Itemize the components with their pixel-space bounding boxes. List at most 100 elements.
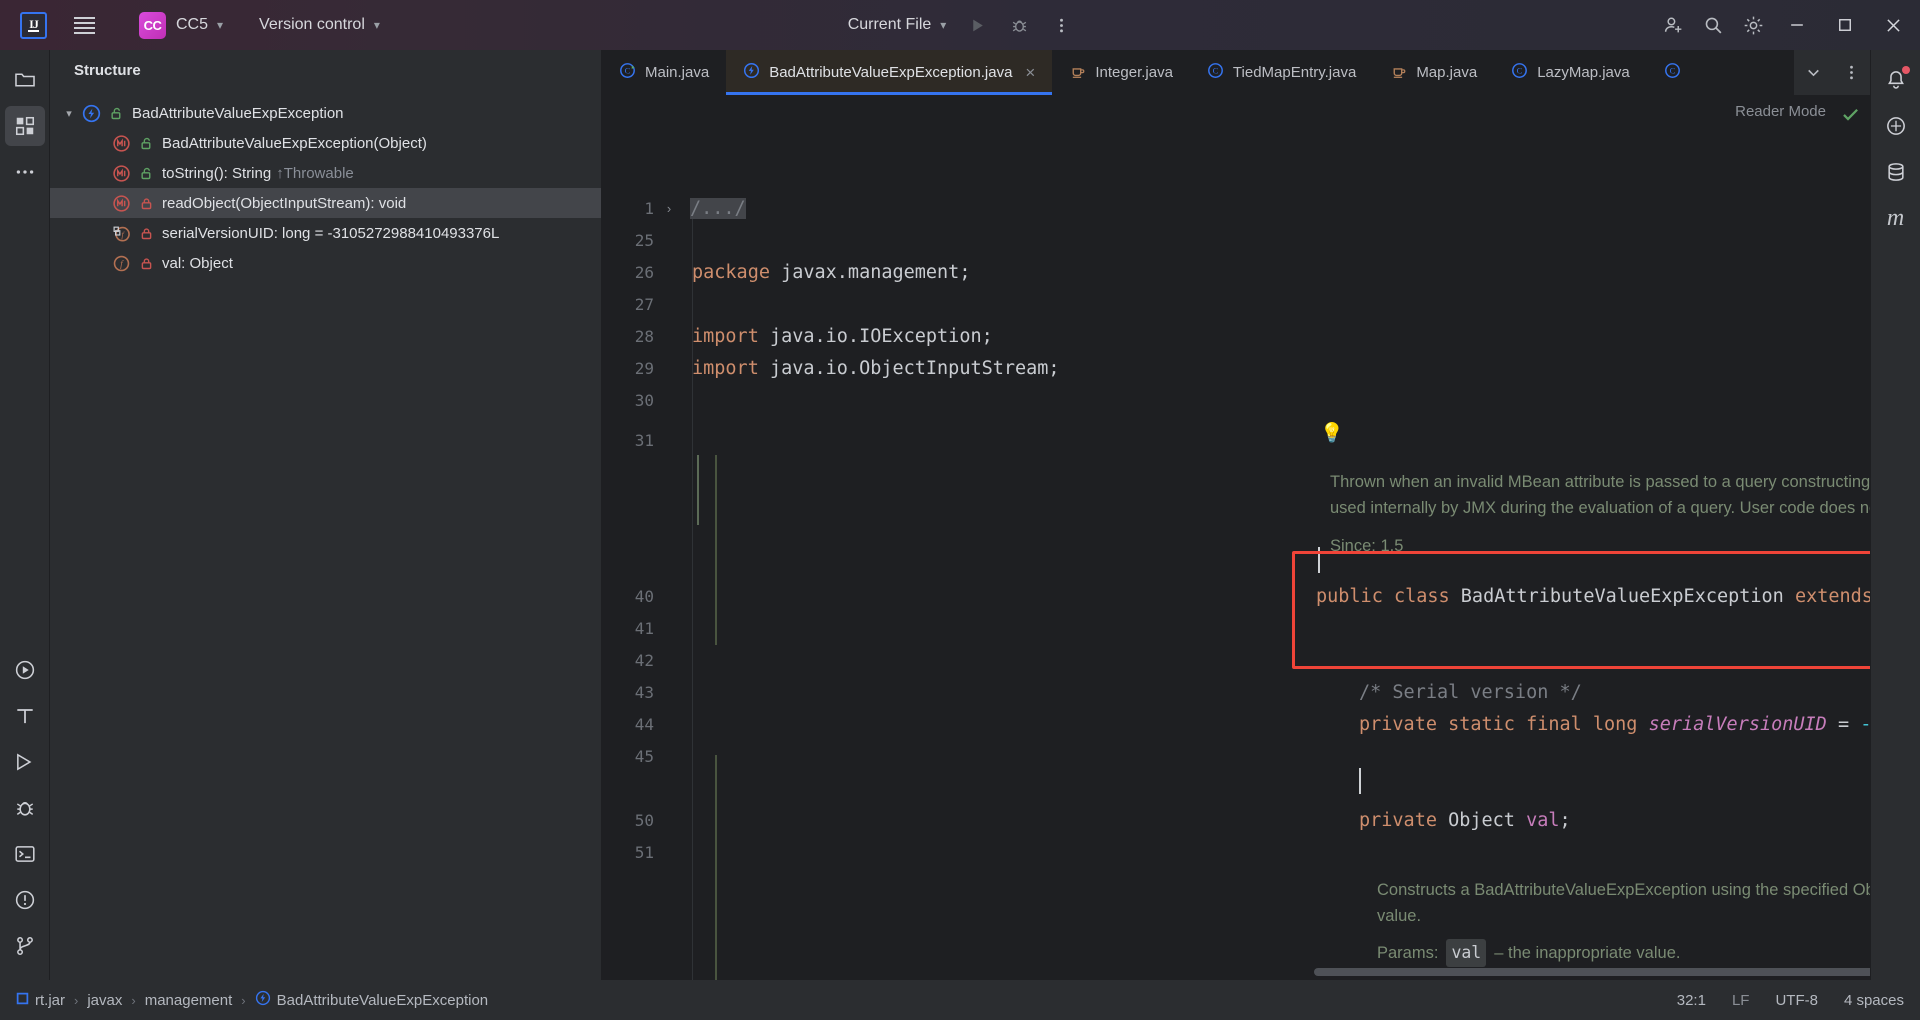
tab-label: Main.java [645, 64, 710, 81]
tab-label: LazyMap.java [1537, 64, 1630, 81]
terminal-icon[interactable] [5, 834, 45, 874]
gear-icon[interactable] [1734, 6, 1772, 44]
project-folder-icon[interactable] [5, 60, 45, 100]
breadcrumb-item-management[interactable]: management [145, 992, 233, 1009]
title-bar: IJ CC CC5 ▾ Version control ▾ Current Fi… [0, 0, 1920, 50]
more-tool-windows-icon[interactable] [5, 152, 45, 192]
editor-tab-bar: C Main.java BadAttributeValueExpExceptio… [602, 50, 1870, 95]
left-tool-rail [0, 50, 50, 980]
reader-mode-indicator[interactable]: Reader Mode [1735, 103, 1826, 120]
chevron-down-icon[interactable] [1794, 54, 1832, 92]
services-play-icon[interactable] [5, 742, 45, 782]
tree-item-val[interactable]: f val: Object [50, 248, 601, 278]
tree-item-label: BadAttributeValueExpException [132, 104, 344, 122]
minimize-icon[interactable] [1774, 0, 1820, 50]
tab-badattributevalueexpexception-java[interactable]: BadAttributeValueExpException.java × [726, 50, 1053, 95]
tab-map-java[interactable]: Map.java [1373, 50, 1494, 95]
tab-truncated[interactable]: C [1647, 50, 1683, 95]
run-button[interactable] [958, 6, 996, 44]
close-icon[interactable] [1870, 0, 1916, 50]
editor-gutter[interactable] [602, 95, 682, 980]
run-configuration-selector[interactable]: Current File ▾ [840, 12, 955, 38]
chevron-down-icon: ▾ [373, 18, 380, 32]
maven-m-icon[interactable]: m [1876, 198, 1916, 238]
java-exception-icon [743, 62, 760, 83]
method-icon [110, 192, 132, 214]
structure-grid-icon[interactable] [4, 106, 45, 146]
java-class-icon: C [1207, 62, 1224, 83]
tree-item-label: val: Object [162, 254, 233, 272]
todo-t-icon[interactable] [5, 696, 45, 736]
more-vertical-icon[interactable] [1832, 54, 1870, 92]
tab-main-java[interactable]: C Main.java [602, 50, 726, 95]
java-exception-icon [255, 990, 271, 1010]
method-icon [110, 132, 132, 154]
tab-label: TiedMapEntry.java [1232, 64, 1357, 81]
locked-icon [137, 257, 155, 270]
tree-item-class[interactable]: ▾ BadAttributeValueExpException [50, 98, 601, 128]
more-actions-icon[interactable] [1042, 6, 1080, 44]
caret-position[interactable]: 32:1 [1677, 992, 1706, 1009]
java-class-icon: C [1511, 62, 1528, 83]
tree-item-override-source: ↑Throwable [276, 164, 354, 182]
java-class-icon: C [1664, 62, 1681, 83]
database-icon[interactable] [1876, 152, 1916, 192]
project-selector[interactable]: CC CC5 ▾ [115, 11, 224, 39]
checkmark-icon [1843, 108, 1858, 121]
svg-text:C: C [1213, 66, 1219, 76]
debug-button[interactable] [1000, 6, 1038, 44]
chevron-down-icon[interactable]: ▾ [58, 107, 80, 120]
inspections-widget[interactable] [1841, 105, 1860, 129]
breadcrumb-item-javax[interactable]: javax [87, 992, 122, 1009]
tab-integer-java[interactable]: Integer.java [1052, 50, 1190, 95]
file-encoding[interactable]: UTF-8 [1775, 992, 1818, 1009]
close-icon[interactable]: × [1025, 63, 1035, 83]
tree-item-tostring[interactable]: toString(): String ↑Throwable [50, 158, 601, 188]
tab-tiedmapentry-java[interactable]: C TiedMapEntry.java [1190, 50, 1373, 95]
tree-item-label: BadAttributeValueExpException(Object) [162, 134, 427, 152]
breadcrumb-label: BadAttributeValueExpException [276, 991, 489, 1009]
structure-tool-window: Structure ▾ BadAttributeValueExpExceptio… [50, 50, 602, 980]
breadcrumb-item-jar[interactable]: rt.jar [16, 992, 65, 1009]
code-content[interactable]: Reader Mode [682, 95, 1870, 980]
version-control-label: Version control [259, 16, 365, 33]
tree-item-readobject[interactable]: readObject(ObjectInputStream): void [50, 188, 601, 218]
title-bar-right [1654, 0, 1920, 50]
field-static-final-icon: f [110, 222, 132, 244]
tab-label: Integer.java [1095, 64, 1173, 81]
title-bar-left: IJ CC CC5 ▾ Version control ▾ [0, 8, 380, 42]
svg-text:f: f [120, 258, 124, 269]
svg-text:C: C [625, 66, 631, 76]
run-configuration-label: Current File [847, 16, 932, 33]
svg-text:C: C [1669, 66, 1675, 76]
breadcrumb-item-class[interactable]: BadAttributeValueExpException [255, 990, 489, 1010]
chevron-down-icon: ▾ [217, 18, 224, 32]
ai-assistant-icon[interactable] [1876, 106, 1916, 146]
maximize-icon[interactable] [1822, 0, 1868, 50]
reader-mode-label: Reader Mode [1735, 103, 1826, 120]
indent-setting[interactable]: 4 spaces [1844, 992, 1904, 1009]
notifications-bell-icon[interactable] [1876, 60, 1916, 100]
line-separator[interactable]: LF [1732, 992, 1750, 1009]
class-exception-icon [80, 102, 102, 124]
tree-item-serialversionuid[interactable]: f serialVersionUID: long = -310527298841… [50, 218, 601, 248]
run-play-icon[interactable] [5, 650, 45, 690]
search-icon[interactable] [1694, 6, 1732, 44]
hamburger-menu-icon[interactable] [67, 8, 101, 42]
jar-file-icon [16, 992, 29, 1009]
tree-item-constructor[interactable]: BadAttributeValueExpException(Object) [50, 128, 601, 158]
tab-bar-actions [1794, 50, 1870, 95]
tab-lazymap-java[interactable]: C LazyMap.java [1494, 50, 1647, 95]
version-control-widget[interactable]: Version control ▾ [249, 16, 380, 34]
editor-area: C Main.java BadAttributeValueExpExceptio… [602, 50, 1870, 980]
problems-icon[interactable] [5, 880, 45, 920]
unlocked-icon [137, 137, 155, 150]
java-library-icon [1069, 62, 1086, 83]
unlocked-icon [107, 107, 125, 120]
account-add-icon[interactable] [1654, 6, 1692, 44]
git-branch-icon[interactable] [5, 926, 45, 966]
breadcrumb: rt.jar › javax › management › BadAttribu… [16, 990, 488, 1010]
debug-bug-icon[interactable] [5, 788, 45, 828]
tree-item-label: toString(): String [162, 164, 272, 182]
code-editor[interactable]: Reader Mode 1 25 26 27 28 29 30 31 40 41… [602, 95, 1870, 980]
